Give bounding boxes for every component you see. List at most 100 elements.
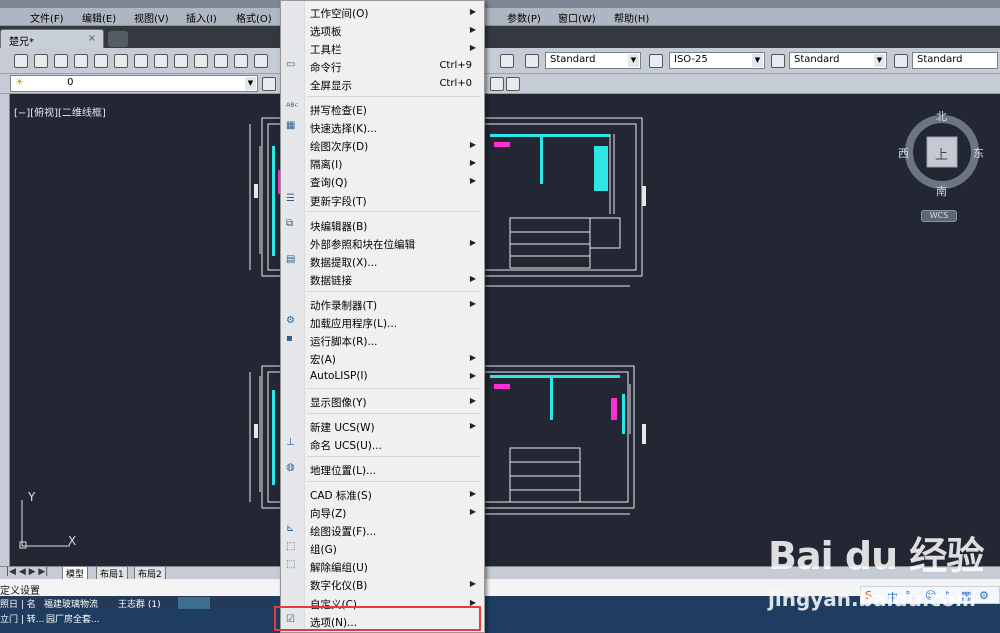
no-icon[interactable] [114, 54, 128, 68]
menu-item[interactable]: ᴬᴮᶜ 拼写检查(E) [283, 101, 482, 119]
menu-item[interactable]: 宏(A) ▶ [283, 350, 482, 368]
menu-view[interactable]: 视图(V) [134, 10, 169, 25]
submenu-arrow-icon: ▶ [469, 421, 476, 430]
menu-file[interactable]: 文件(F) [30, 10, 64, 25]
menu-item[interactable]: ⬚ 组(G) [283, 540, 482, 558]
menu-item-label: 向导(Z) [310, 508, 347, 520]
layer-match-icon[interactable] [490, 77, 504, 91]
dimension-edit-icon[interactable] [500, 54, 514, 68]
menu-item[interactable]: 动作录制器(T) ▶ [283, 296, 482, 314]
menu-edit[interactable]: 编辑(E) [82, 10, 116, 25]
baidu-watermark: Bai du 经验 jingyan.baidu.com [760, 525, 1000, 611]
menu-item-label: 绘图设置(F)... [310, 526, 377, 538]
options-highlight-box [274, 606, 481, 631]
file-tab[interactable]: 楚兄* × [0, 29, 104, 48]
menu-item[interactable]: 绘图次序(D) ▶ [283, 137, 482, 155]
dimension-continue-icon[interactable] [194, 54, 208, 68]
taskbar-item[interactable]: 王志群 (1) [118, 597, 161, 610]
dimension-break-icon[interactable] [234, 54, 248, 68]
multileader-style-select[interactable]: Standard [912, 52, 998, 69]
dimension-icon[interactable] [154, 54, 168, 68]
submenu-arrow-icon: ▶ [469, 507, 476, 516]
menu-item[interactable]: ▭ 命令行 Ctrl+9 [283, 58, 482, 76]
menu-item[interactable]: 查询(Q) ▶ [283, 173, 482, 191]
menu-item[interactable]: ⊾ 绘图设置(F)... [283, 522, 482, 540]
compass-east[interactable]: 东 [973, 145, 984, 161]
submenu-arrow-icon: ▶ [469, 299, 476, 308]
menu-item[interactable]: AutoLISP(I) ▶ [283, 368, 482, 386]
menu-item[interactable]: ▤ 数据提取(X)... [283, 253, 482, 271]
menu-item[interactable]: ⬚ 解除编组(U) [283, 558, 482, 576]
menu-item[interactable]: 向导(Z) ▶ [283, 504, 482, 522]
tolerance-icon[interactable] [254, 54, 268, 68]
menu-separator [307, 291, 480, 292]
menu-item[interactable]: 选项板 ▶ [283, 22, 482, 40]
new-tab-button[interactable] [108, 31, 128, 47]
lightbulb-icon: ☀ [15, 77, 24, 88]
tools-menu: 工作空间(O) ▶ 选项板 ▶ 工具栏 ▶ ▭ 命令行 Ctrl+9 全屏显示 Ctrl+0 ᴬᴮᶜ 拼… [280, 0, 485, 633]
compass-west[interactable]: 西 [898, 145, 909, 161]
undo-arc-icon[interactable] [94, 54, 108, 68]
dim-style-select[interactable]: ISO-25 ▼ [669, 52, 765, 69]
menu-item[interactable]: 显示图像(Y) ▶ [283, 393, 482, 411]
tab-navigation-arrows[interactable]: |◀ ◀ ▶ ▶| [6, 567, 48, 577]
data-extraction-icon: ▤ [286, 254, 296, 265]
menu-format[interactable]: 格式(O) [236, 10, 272, 25]
menu-item[interactable]: 工作空间(O) ▶ [283, 4, 482, 22]
menu-item[interactable]: ⊥ 命名 UCS(U)... [283, 436, 482, 454]
menu-item[interactable]: 外部参照和块在位编辑 ▶ [283, 235, 482, 253]
menu-item[interactable]: ⚙ 加载应用程序(L)... [283, 314, 482, 332]
taskbar-thumb[interactable] [178, 597, 210, 609]
taskbar-item[interactable]: 园厂房全套... [46, 612, 100, 625]
menu-separator [307, 96, 480, 97]
viewcube-top-face[interactable]: 上 [935, 144, 948, 163]
menu-item-label: 绘图次序(D) [310, 141, 369, 153]
viewcube[interactable]: 北 南 东 西 上 [898, 107, 985, 199]
dimension-space-icon[interactable] [214, 54, 228, 68]
dimension-angular-icon[interactable] [134, 54, 148, 68]
submenu-arrow-icon: ▶ [469, 7, 476, 16]
text-style-select[interactable]: Standard ▼ [545, 52, 641, 69]
dimension-baseline-icon[interactable] [174, 54, 188, 68]
compass-north[interactable]: 北 [936, 108, 947, 124]
menu-help[interactable]: 帮助(H) [614, 10, 649, 25]
menu-insert[interactable]: 插入(I) [186, 10, 217, 25]
menu-item[interactable]: ⧉ 块编辑器(B) [283, 217, 482, 235]
menu-item[interactable]: CAD 标准(S) ▶ [283, 486, 482, 504]
submenu-arrow-icon: ▶ [469, 371, 476, 380]
circle-icon[interactable] [74, 54, 88, 68]
taskbar-item[interactable]: 福建玻璃物流 [44, 597, 98, 610]
drawing-viewport[interactable]: [−][俯视][二维线框] Y X [10, 94, 1000, 566]
menu-item[interactable]: ☰ 更新字段(T) [283, 192, 482, 210]
compass-south[interactable]: 南 [936, 183, 947, 199]
menu-item[interactable]: ▦ 快速选择(K)... [283, 119, 482, 137]
layer-previous-icon[interactable] [262, 77, 276, 91]
menu-parametric[interactable]: 参数(P) [507, 10, 541, 25]
left-toolbar[interactable] [0, 94, 10, 566]
wcs-menu[interactable]: WCS [921, 210, 957, 222]
table-style-icon[interactable] [771, 54, 785, 68]
menu-window[interactable]: 窗口(W) [558, 10, 596, 25]
menu-item[interactable]: 数据链接 ▶ [283, 271, 482, 289]
line-icon[interactable] [14, 54, 28, 68]
layer-state-icon[interactable] [506, 77, 520, 91]
menu-item-label: 工作空间(O) [310, 8, 369, 20]
menu-item[interactable]: 工具栏 ▶ [283, 40, 482, 58]
drafting-settings-icon: ⊾ [286, 523, 295, 534]
menu-item[interactable]: ◍ 地理位置(L)... [283, 461, 482, 479]
table-style-select[interactable]: Standard ▼ [789, 52, 887, 69]
menu-item[interactable]: 新建 UCS(W) ▶ [283, 418, 482, 436]
dim-style-icon[interactable] [649, 54, 663, 68]
menu-item[interactable]: 全屏显示 Ctrl+0 [283, 76, 482, 94]
close-tab-icon[interactable]: × [88, 33, 96, 44]
menu-item[interactable]: 数字化仪(B) ▶ [283, 576, 482, 594]
layer-select[interactable]: ☀ 0 ▼ [10, 75, 258, 92]
menu-separator [307, 211, 480, 212]
angle-icon[interactable] [54, 54, 68, 68]
text-style-icon[interactable] [525, 54, 539, 68]
menu-item-label: 动作录制器(T) [310, 300, 378, 312]
menu-item[interactable]: 隔离(I) ▶ [283, 155, 482, 173]
arc-icon[interactable] [34, 54, 48, 68]
multileader-style-icon[interactable] [894, 54, 908, 68]
menu-item[interactable]: ▪ 运行脚本(R)... [283, 332, 482, 350]
